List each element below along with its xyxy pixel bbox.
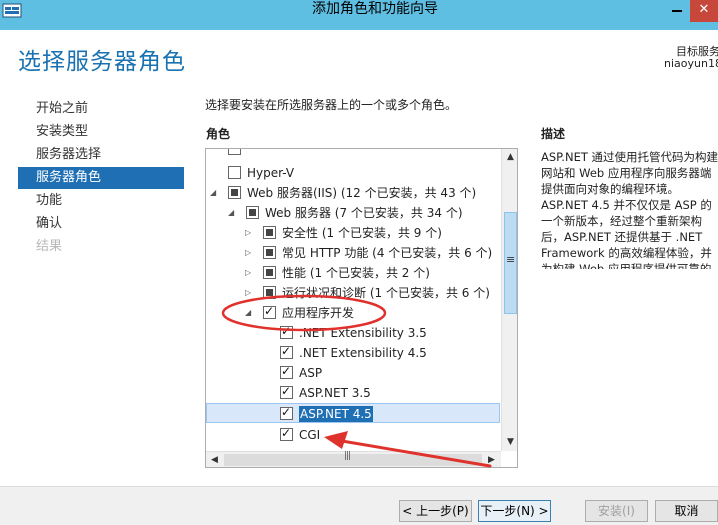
cancel-button[interactable]: 取消 (655, 500, 718, 522)
description-text: ASP.NET 通过使用托管代码为构建网站和 Web 应用程序向服务器端提供面向… (541, 150, 718, 269)
horizontal-scroll-thumb[interactable] (224, 451, 482, 466)
checkbox[interactable] (280, 384, 293, 399)
checkbox[interactable] (228, 166, 241, 179)
previous-button[interactable]: < 上一步(P) (399, 500, 472, 522)
scroll-down-icon[interactable]: ▼ (502, 434, 517, 451)
tree-label: Web 服务器 (7 个已安装，共 34 个) (265, 206, 463, 220)
tree-label: ASP.NET 4.5 (299, 406, 373, 422)
tree-row-common-http[interactable]: ▷ 常见 HTTP 功能 (4 个已安装，共 6 个) (206, 243, 500, 263)
nav-item-features[interactable]: 功能 (18, 190, 184, 212)
tree-row-cgi[interactable]: CGI (206, 425, 500, 445)
next-button[interactable]: 下一步(N) > (478, 500, 551, 522)
close-button[interactable]: ✕ (690, 0, 718, 22)
tree-row-aspnet-35[interactable]: ASP.NET 3.5 (206, 383, 500, 403)
instruction-text: 选择要安装在所选服务器上的一个或多个角色。 (205, 98, 458, 112)
expand-toggle-icon[interactable]: ▷ (245, 267, 255, 279)
checkbox[interactable] (246, 206, 259, 219)
install-button: 安装(I) (585, 500, 648, 522)
expand-toggle-icon[interactable]: ▷ (245, 287, 255, 299)
horizontal-scrollbar[interactable]: ◀ ▶ (206, 451, 501, 467)
target-server-name: niaoyun182 (664, 57, 718, 70)
tree-label: ASP (299, 366, 323, 380)
scroll-up-icon[interactable]: ▲ (502, 149, 517, 166)
roles-tree[interactable]: Hyper-V ◢ Web 服务器(IIS) (12 个已安装，共 43 个) … (205, 148, 518, 468)
tree-label: 安全性 (1 个已安装，共 9 个) (282, 226, 442, 240)
checkbox[interactable] (263, 304, 276, 319)
tree-row-performance[interactable]: ▷ 性能 (1 个已安装，共 2 个) (206, 263, 500, 283)
tree-row-web-server-iis[interactable]: ◢ Web 服务器(IIS) (12 个已安装，共 43 个) (206, 183, 500, 203)
tree-row-security[interactable]: ▷ 安全性 (1 个已安装，共 9 个) (206, 223, 500, 243)
checkbox[interactable] (263, 286, 276, 299)
vertical-scrollbar[interactable]: ▲ ▼ (501, 149, 517, 451)
checkbox[interactable] (280, 344, 293, 359)
nav-item-server-selection[interactable]: 服务器选择 (18, 144, 184, 166)
tree-label: Web 服务器(IIS) (12 个已安装，共 43 个) (247, 186, 477, 200)
tree-row-net-ext-35[interactable]: .NET Extensibility 3.5 (206, 323, 500, 343)
title-bar: 添加角色和功能向导 ✕ (0, 0, 718, 30)
tree-label: ASP.NET 3.5 (299, 386, 371, 400)
expand-toggle-icon[interactable]: ▷ (245, 227, 255, 239)
tree-label: 运行状况和诊断 (1 个已安装，共 6 个) (282, 286, 490, 300)
tree-row-web-server[interactable]: ◢ Web 服务器 (7 个已安装，共 34 个) (206, 203, 500, 223)
nav-item-before-you-begin[interactable]: 开始之前 (18, 98, 184, 120)
expand-toggle-icon[interactable]: ▷ (245, 247, 255, 259)
tree-row-hyper-v[interactable]: Hyper-V (206, 163, 500, 183)
tree-label: CGI (299, 428, 321, 442)
nav-item-installation-type[interactable]: 安装类型 (18, 121, 184, 143)
expand-toggle-icon[interactable]: ◢ (228, 207, 238, 219)
tree-row-clipped (206, 149, 500, 159)
tree-label: Hyper-V (247, 166, 295, 180)
tree-label: .NET Extensibility 4.5 (299, 346, 427, 360)
checkbox[interactable] (280, 364, 293, 379)
tree-row-health-diagnostics[interactable]: ▷ 运行状况和诊断 (1 个已安装，共 6 个) (206, 283, 500, 303)
tree-row-asp[interactable]: ASP (206, 363, 500, 383)
scroll-left-icon[interactable]: ◀ (206, 452, 223, 467)
wizard-footer: < 上一步(P) 下一步(N) > 安装(I) 取消 (0, 486, 718, 525)
tree-row-net-ext-45[interactable]: .NET Extensibility 4.5 (206, 343, 500, 363)
checkbox (228, 149, 241, 155)
checkbox[interactable] (280, 426, 293, 441)
checkbox[interactable] (263, 226, 276, 239)
nav-item-server-roles[interactable]: 服务器角色 (18, 167, 184, 189)
checkbox[interactable] (280, 405, 293, 420)
tree-label: 应用程序开发 (282, 306, 355, 320)
tree-label: .NET Extensibility 3.5 (299, 326, 427, 340)
nav-item-results: 结果 (36, 239, 63, 254)
checkbox[interactable] (280, 324, 293, 339)
window-title: 添加角色和功能向导 (312, 1, 438, 17)
page-title: 选择服务器角色 (18, 49, 186, 75)
expand-toggle-icon[interactable]: ◢ (245, 307, 255, 319)
scroll-thumb[interactable] (504, 212, 517, 314)
checkbox[interactable] (228, 186, 241, 199)
tree-label: 常见 HTTP 功能 (4 个已安装，共 6 个) (282, 246, 493, 260)
roles-heading: 角色 (206, 127, 231, 141)
nav-item-confirmation[interactable]: 确认 (18, 213, 184, 235)
tree-label: 性能 (1 个已安装，共 2 个) (282, 266, 430, 280)
description-heading: 描述 (541, 127, 566, 141)
tree-row-aspnet-45[interactable]: ASP.NET 4.5 (206, 403, 500, 423)
scroll-right-icon[interactable]: ▶ (483, 452, 500, 467)
checkbox[interactable] (263, 266, 276, 279)
minimize-button[interactable] (664, 0, 690, 20)
checkbox[interactable] (263, 246, 276, 259)
tree-row-application-development[interactable]: ◢ 应用程序开发 (206, 303, 500, 323)
app-icon (2, 3, 22, 18)
expand-toggle-icon[interactable]: ◢ (210, 187, 220, 199)
